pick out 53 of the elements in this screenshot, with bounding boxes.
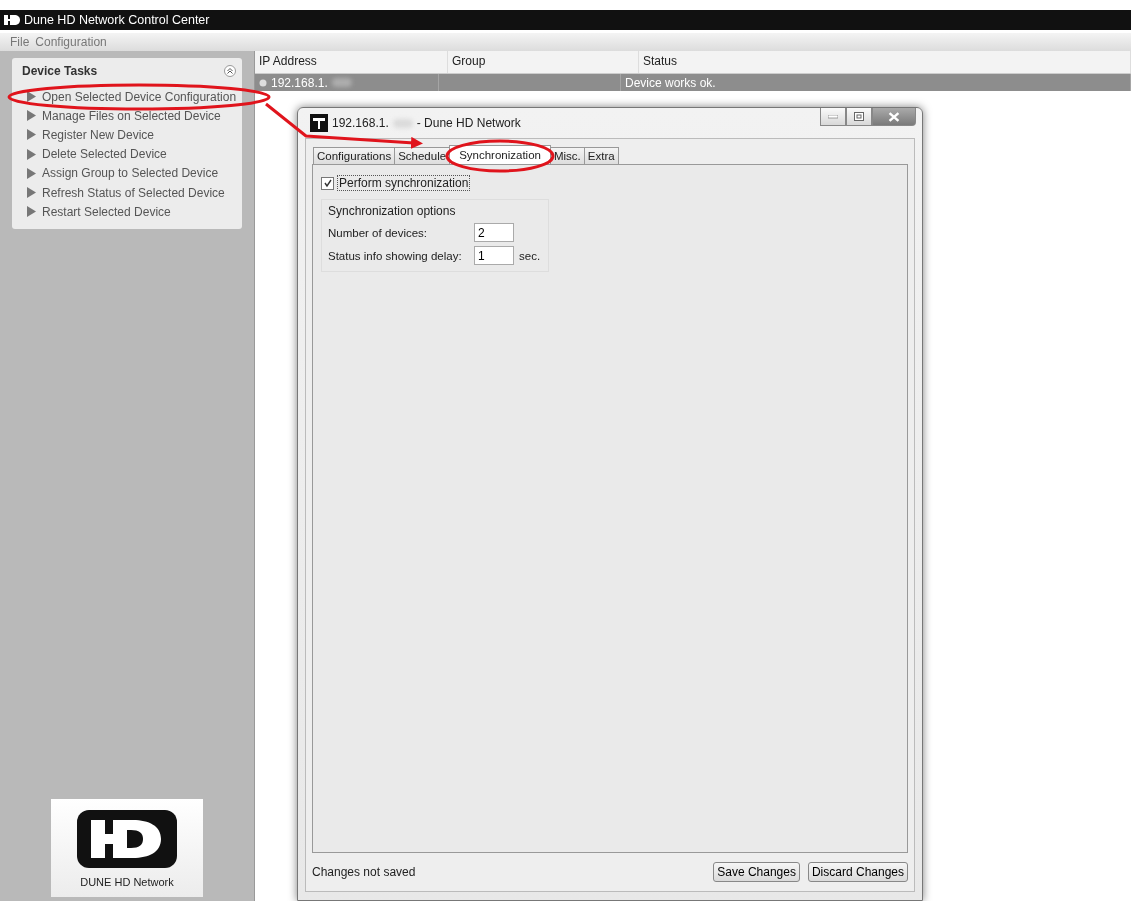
minimize-icon: [828, 114, 838, 119]
task-link[interactable]: Open Selected Device Configuration: [42, 89, 237, 104]
logo-caption: DUNE HD Network: [80, 876, 174, 888]
dialog-title: 192.168.1.: [332, 116, 389, 130]
task-link[interactable]: Manage Files on Selected Device: [42, 108, 221, 123]
dialog-button[interactable]: Save Changes: [713, 862, 800, 882]
column-header[interactable]: Status: [639, 51, 1131, 73]
field-label: Status info showing delay:: [328, 249, 463, 262]
field-label: Number of devices:: [328, 226, 429, 239]
panel-title: Device Tasks: [22, 64, 98, 78]
device-icon: [259, 78, 267, 87]
tab[interactable]: Synchronization: [449, 145, 551, 164]
checkbox[interactable]: [321, 176, 334, 190]
task-link[interactable]: Refresh Status of Selected Device: [42, 185, 225, 200]
table-cell: 192.168.1.: [271, 75, 328, 90]
close-icon: [888, 111, 900, 122]
triangle-icon: [27, 110, 36, 122]
dialog-title: - Dune HD Network: [416, 116, 521, 130]
task-link[interactable]: Assign Group to Selected Device: [42, 166, 219, 181]
triangle-icon: [27, 129, 36, 141]
collapse-icon[interactable]: [224, 65, 236, 77]
menu-item[interactable]: File: [10, 35, 30, 49]
tab[interactable]: Extra: [583, 147, 619, 164]
table-cell: Device works ok.: [625, 75, 716, 90]
menu-item[interactable]: Configuration: [35, 35, 107, 49]
checkbox-label[interactable]: Perform synchronization: [337, 175, 471, 191]
hd-logo-icon: [75, 808, 179, 870]
input-field[interactable]: 2: [474, 223, 514, 242]
column-header[interactable]: IP Address: [255, 51, 448, 73]
app-logo-icon: [4, 14, 20, 26]
triangle-icon: [27, 91, 36, 103]
task-link[interactable]: Register New Device: [42, 127, 155, 142]
status-text: Changes not saved: [312, 865, 416, 879]
unit-label: sec.: [519, 249, 541, 262]
tab[interactable]: Configurations: [313, 147, 396, 164]
input-field[interactable]: 1: [474, 246, 514, 265]
column-header[interactable]: Group: [448, 51, 639, 73]
app-icon: [310, 114, 328, 132]
tab[interactable]: Schedule: [394, 147, 451, 164]
close-button[interactable]: [872, 108, 916, 126]
triangle-icon: [27, 206, 36, 218]
dialog-button[interactable]: Discard Changes: [807, 862, 908, 882]
triangle-icon: [27, 187, 36, 199]
task-link[interactable]: Delete Selected Device: [42, 147, 167, 162]
minimize-button[interactable]: [820, 108, 846, 126]
redaction-blur: [331, 78, 352, 87]
window-title: Dune HD Network Control Center: [24, 13, 210, 27]
maximize-icon: [854, 112, 864, 121]
maximize-button[interactable]: [846, 108, 872, 126]
task-link[interactable]: Restart Selected Device: [42, 204, 171, 219]
group-title: Synchronization options: [328, 204, 457, 218]
triangle-icon: [27, 148, 36, 160]
triangle-icon: [27, 167, 36, 179]
